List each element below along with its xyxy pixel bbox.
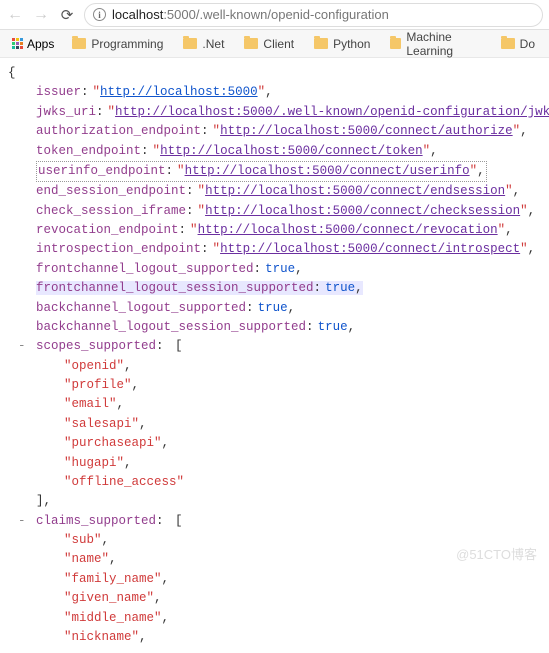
site-info-icon[interactable]: i: [93, 8, 106, 21]
scope-item: "offline_access": [64, 475, 184, 489]
watermark: @51CTO博客: [456, 544, 537, 563]
claim-item: "name": [64, 552, 109, 566]
val-bcl: true: [258, 301, 288, 315]
scope-item: "hugapi": [64, 456, 124, 470]
key-auth: authorization_endpoint: [36, 124, 201, 138]
url-port: :5000: [163, 7, 196, 22]
claim-item: "sub": [64, 533, 102, 547]
scope-item: "profile": [64, 378, 132, 392]
key-bcl: backchannel_logout_supported: [36, 301, 246, 315]
link-issuer[interactable]: http://localhost:5000: [100, 85, 258, 99]
key-fcl: frontchannel_logout_supported: [36, 262, 254, 276]
link-endsession[interactable]: http://localhost:5000/connect/endsession: [205, 184, 505, 198]
scope-item: "openid": [64, 359, 124, 373]
key-endsession: end_session_endpoint: [36, 184, 186, 198]
folder-icon: [501, 38, 515, 49]
link-introspect[interactable]: http://localhost:5000/connect/introspect: [220, 242, 520, 256]
key-issuer: issuer: [36, 85, 81, 99]
folder-icon: [390, 38, 401, 49]
bookmark-folder-client[interactable]: Client: [236, 35, 302, 53]
apps-label: Apps: [27, 37, 54, 51]
link-revocation[interactable]: http://localhost:5000/connect/revocation: [198, 223, 498, 237]
link-userinfo[interactable]: http://localhost:5000/connect/userinfo: [185, 164, 470, 178]
json-brace-open: {: [8, 64, 541, 83]
scope-item: "purchaseapi": [64, 436, 162, 450]
json-viewer: { issuer:"http://localhost:5000", jwks_u…: [0, 58, 549, 653]
val-fcls: true: [325, 281, 355, 295]
folder-icon: [183, 38, 197, 49]
key-claims: claims_supported: [36, 514, 156, 528]
val-fcl: true: [265, 262, 295, 276]
key-scopes: scopes_supported: [36, 339, 156, 353]
key-bcls: backchannel_logout_session_supported: [36, 320, 306, 334]
key-userinfo: userinfo_endpoint: [38, 164, 166, 178]
link-jwks[interactable]: http://localhost:5000/.well-known/openid…: [115, 105, 549, 119]
val-bcls: true: [318, 320, 348, 334]
folder-icon: [314, 38, 328, 49]
bookmark-folder-overflow[interactable]: Do: [493, 35, 543, 53]
scope-item: "email": [64, 397, 117, 411]
url-path: /.well-known/openid-configuration: [196, 7, 389, 22]
key-fcls: frontchannel_logout_session_supported: [36, 281, 314, 295]
forward-button[interactable]: →: [32, 6, 50, 24]
link-token[interactable]: http://localhost:5000/connect/token: [160, 144, 423, 158]
key-checksession: check_session_iframe: [36, 204, 186, 218]
bookmark-folder-dotnet[interactable]: .Net: [175, 35, 232, 53]
reload-button[interactable]: ⟳: [58, 6, 76, 24]
back-button[interactable]: ←: [6, 6, 24, 24]
claim-item: "family_name": [64, 572, 162, 586]
link-auth[interactable]: http://localhost:5000/connect/authorize: [220, 124, 513, 138]
scope-item: "salesapi": [64, 417, 139, 431]
key-token: token_endpoint: [36, 144, 141, 158]
bookmark-folder-ml[interactable]: Machine Learning: [382, 28, 488, 60]
collapse-toggle[interactable]: -: [18, 337, 26, 356]
url-host: localhost: [112, 7, 163, 22]
apps-button[interactable]: Apps: [6, 35, 60, 53]
collapse-toggle[interactable]: -: [18, 512, 26, 531]
folder-icon: [244, 38, 258, 49]
bookmarks-bar: Apps Programming .Net Client Python Mach…: [0, 30, 549, 58]
claim-item: "given_name": [64, 591, 154, 605]
link-checksession[interactable]: http://localhost:5000/connect/checksessi…: [205, 204, 520, 218]
browser-toolbar: ← → ⟳ i localhost:5000/.well-known/openi…: [0, 0, 549, 30]
key-revocation: revocation_endpoint: [36, 223, 179, 237]
bookmark-folder-python[interactable]: Python: [306, 35, 378, 53]
apps-icon: [12, 38, 23, 49]
key-introspect: introspection_endpoint: [36, 242, 201, 256]
claim-item: "nickname": [64, 630, 139, 644]
claim-item: "middle_name": [64, 611, 162, 625]
bookmark-folder-programming[interactable]: Programming: [64, 35, 171, 53]
folder-icon: [72, 38, 86, 49]
address-bar[interactable]: i localhost:5000/.well-known/openid-conf…: [84, 3, 543, 27]
highlighted-line: frontchannel_logout_session_supported:tr…: [36, 281, 363, 295]
selection-box: userinfo_endpoint:"http://localhost:5000…: [36, 161, 487, 182]
key-jwks: jwks_uri: [36, 105, 96, 119]
